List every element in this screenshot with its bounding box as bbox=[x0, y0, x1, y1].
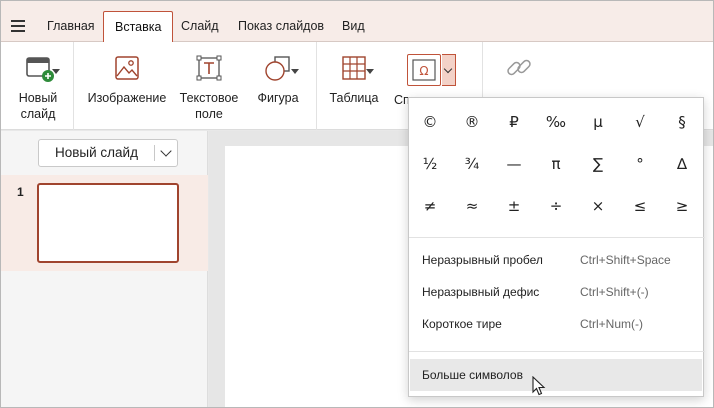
slide-number: 1 bbox=[17, 185, 24, 199]
symbol-button[interactable]: √ bbox=[623, 105, 657, 139]
shape-icon bbox=[264, 54, 292, 82]
new-slide-button[interactable]: Новый слайд bbox=[38, 139, 178, 167]
table-label: Таблица bbox=[329, 91, 379, 105]
symbol-button[interactable]: ∑ bbox=[581, 147, 615, 181]
chevron-down-icon[interactable] bbox=[291, 69, 299, 74]
symbol-button[interactable]: ® bbox=[455, 105, 489, 139]
symbol-button[interactable]: § bbox=[665, 105, 699, 139]
chevron-down-icon[interactable] bbox=[366, 69, 374, 74]
ribbon-divider bbox=[73, 42, 74, 130]
symbol-button[interactable]: ¾ bbox=[455, 147, 489, 181]
more-symbols-item[interactable]: Больше символов bbox=[410, 359, 702, 391]
new-slide-label-1: Новый bbox=[18, 91, 58, 105]
en-dash-item[interactable]: Короткое тире Ctrl+Num(-) bbox=[410, 308, 702, 340]
mouse-cursor-icon bbox=[532, 376, 546, 396]
button-divider bbox=[154, 145, 155, 161]
tab-home[interactable]: Главная bbox=[36, 11, 106, 42]
non-breaking-space-item[interactable]: Неразрывный пробел Ctrl+Shift+Space bbox=[410, 244, 702, 276]
ribbon-divider bbox=[316, 42, 317, 130]
symbol-button[interactable]: ₽ bbox=[497, 105, 531, 139]
image-icon bbox=[113, 54, 141, 82]
symbol-button[interactable]: µ bbox=[581, 105, 615, 139]
dropdown-separator bbox=[409, 351, 705, 352]
omega-icon: Ω bbox=[407, 54, 441, 86]
link-icon bbox=[505, 54, 533, 82]
new-slide-label-2: слайд bbox=[20, 107, 56, 121]
symbol-button[interactable]: ≥ bbox=[665, 189, 699, 223]
new-slide-button-label: Новый слайд bbox=[55, 145, 138, 160]
svg-text:Ω: Ω bbox=[419, 64, 428, 78]
symbol-button[interactable]: ≠ bbox=[413, 189, 447, 223]
tab-bar: Главная Вставка Слайд Показ слайдов Вид bbox=[1, 1, 713, 43]
link-button[interactable] bbox=[504, 54, 534, 90]
dropdown-separator bbox=[409, 237, 705, 238]
table-icon bbox=[340, 54, 368, 82]
chevron-down-icon[interactable] bbox=[160, 145, 172, 157]
symbol-button[interactable]: ± bbox=[497, 189, 531, 223]
special-chars-button[interactable]: Ω bbox=[407, 54, 457, 88]
new-slide-ribbon-button[interactable]: Новый слайд bbox=[13, 54, 63, 122]
chevron-down-icon[interactable] bbox=[52, 69, 60, 74]
symbol-button[interactable]: ‰ bbox=[539, 105, 573, 139]
image-label: Изображение bbox=[87, 91, 167, 105]
symbol-button[interactable]: ≤ bbox=[623, 189, 657, 223]
tab-insert[interactable]: Вставка bbox=[103, 11, 174, 43]
shape-button[interactable]: Фигура bbox=[253, 54, 303, 106]
menu-icon[interactable] bbox=[11, 20, 25, 32]
slide-thumbnail[interactable] bbox=[37, 183, 179, 263]
symbol-button[interactable]: ÷ bbox=[539, 189, 573, 223]
shape-label: Фигура bbox=[257, 91, 299, 105]
symbol-button[interactable]: × bbox=[581, 189, 615, 223]
item-label: Короткое тире bbox=[422, 317, 502, 331]
item-label: Неразрывный дефис bbox=[422, 285, 540, 299]
image-button[interactable]: Изображение bbox=[87, 54, 167, 106]
symbol-button[interactable]: ≈ bbox=[455, 189, 489, 223]
symbol-button[interactable]: © bbox=[413, 105, 447, 139]
symbol-button[interactable]: ∆ bbox=[665, 147, 699, 181]
item-shortcut: Ctrl+Num(-) bbox=[580, 317, 643, 331]
textbox-button[interactable]: Текстовое поле bbox=[177, 54, 241, 122]
special-chars-dropdown-toggle[interactable] bbox=[442, 54, 456, 86]
slide-thumbnail-row[interactable]: 1 bbox=[1, 175, 208, 271]
tab-slide[interactable]: Слайд bbox=[170, 11, 230, 42]
slides-panel: Новый слайд 1 bbox=[1, 131, 208, 407]
item-shortcut: Ctrl+Shift+Space bbox=[580, 253, 671, 267]
new-slide-icon bbox=[24, 54, 54, 82]
symbol-button[interactable]: ½ bbox=[413, 147, 447, 181]
textbox-icon bbox=[195, 54, 223, 82]
symbol-button[interactable]: π bbox=[539, 147, 573, 181]
chevron-down-icon bbox=[443, 64, 453, 74]
item-label: Неразрывный пробел bbox=[422, 253, 543, 267]
tab-slideshow[interactable]: Показ слайдов bbox=[227, 11, 335, 42]
symbol-button[interactable]: — bbox=[497, 147, 531, 181]
symbol-button[interactable]: ° bbox=[623, 147, 657, 181]
special-chars-dropdown: © ® ₽ ‰ µ √ § ½ ¾ — π ∑ ° ∆ ≠ ≈ ± ÷ × ≤ ≥ Неразрывный пробел… bbox=[408, 97, 705, 397]
app-window: Главная Вставка Слайд Показ слайдов Вид … bbox=[0, 0, 714, 408]
tab-view[interactable]: Вид bbox=[331, 11, 376, 42]
textbox-label-2: поле bbox=[195, 107, 223, 121]
non-breaking-hyphen-item[interactable]: Неразрывный дефис Ctrl+Shift+(-) bbox=[410, 276, 702, 308]
item-shortcut: Ctrl+Shift+(-) bbox=[580, 285, 649, 299]
textbox-label-1: Текстовое bbox=[179, 91, 239, 105]
table-button[interactable]: Таблица bbox=[329, 54, 379, 106]
